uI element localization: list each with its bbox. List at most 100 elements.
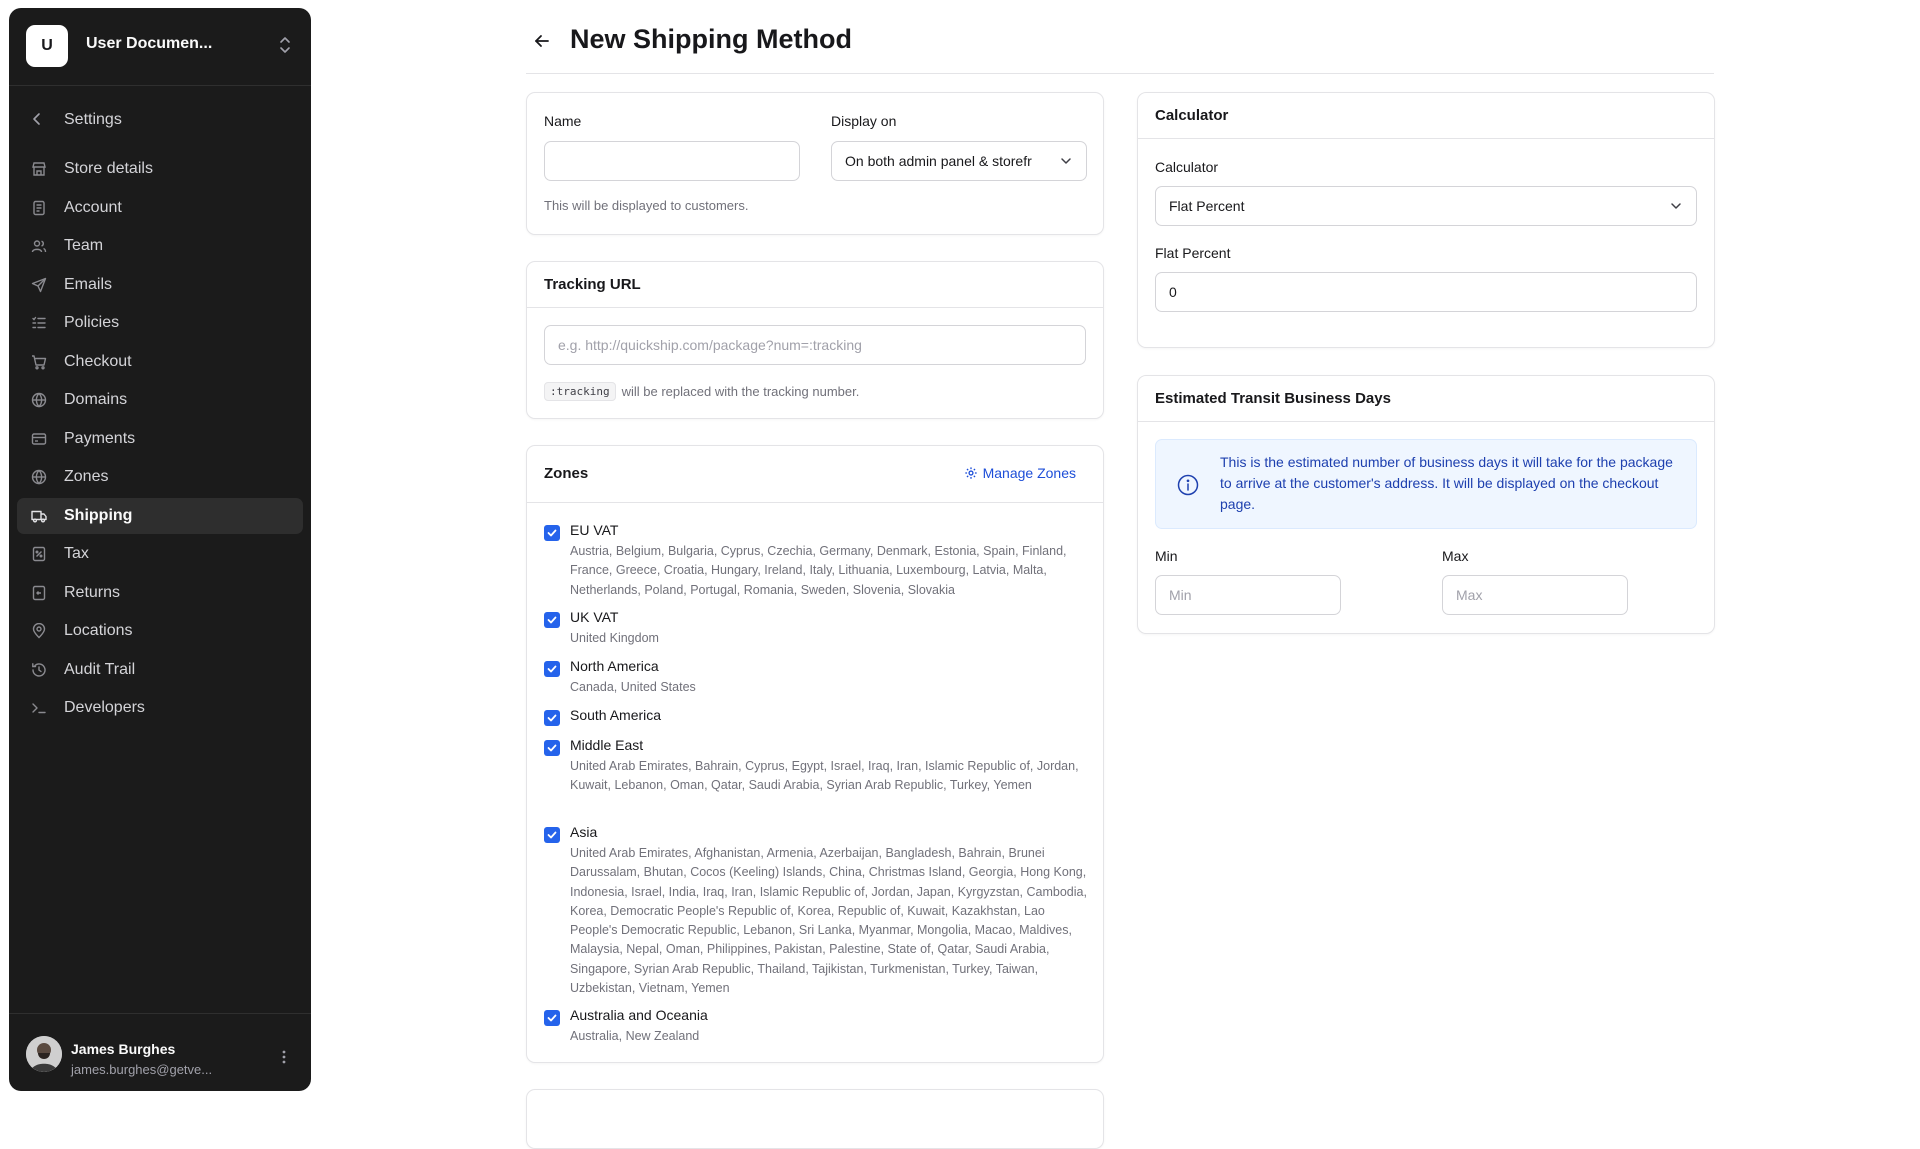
sidebar-item-label: Audit Trail [64, 660, 136, 678]
check-icon [547, 714, 557, 722]
zone-name: Asia [570, 824, 598, 840]
transit-info-text: This is the estimated number of business… [1220, 454, 1673, 512]
zone-name: North America [570, 658, 659, 674]
sidebar-item-audit-trail[interactable]: Audit Trail [17, 652, 303, 688]
card-icon [31, 432, 47, 445]
name-hint: This will be displayed to customers. [544, 198, 749, 213]
sidebar-item-locations[interactable]: Locations [17, 613, 303, 649]
zone-countries: Australia, New Zealand [570, 1029, 700, 1043]
sidebar-item-label: Checkout [64, 352, 132, 370]
sidebar-item-domains[interactable]: Domains [17, 382, 303, 418]
tracking-hint: :tracking will be replaced with the trac… [544, 382, 859, 401]
tracking-url-input[interactable]: e.g. http://quickship.com/package?num=:t… [544, 325, 1086, 365]
check-icon [547, 1014, 557, 1022]
max-label: Max [1442, 548, 1469, 564]
sidebar-item-label: Shipping [64, 506, 133, 524]
manage-zones-label: Manage Zones [982, 465, 1076, 481]
history-icon [32, 662, 46, 677]
tracking-url-card: Tracking URL e.g. http://quickship.com/p… [526, 261, 1104, 419]
sidebar-item-label: Locations [64, 622, 133, 639]
tracking-code: :tracking [544, 382, 616, 401]
sidebar-item-payments[interactable]: Payments [17, 421, 303, 457]
list-icon [32, 316, 46, 329]
check-icon [547, 665, 557, 673]
org-switcher[interactable]: U User Documen... [9, 8, 311, 86]
settings-nav: Store details Account Team Emails Polici… [17, 151, 303, 729]
sidebar-item-label: Team [64, 237, 104, 254]
min-input[interactable]: Min [1155, 575, 1341, 615]
zone-countries: Austria, Belgium, Bulgaria, Cyprus, Czec… [570, 544, 1067, 597]
sidebar-item-tax[interactable]: Tax [17, 536, 303, 572]
max-input[interactable]: Max [1442, 575, 1628, 615]
calculator-value: Flat Percent [1169, 198, 1245, 214]
zone-checkbox[interactable] [544, 525, 560, 541]
check-icon [547, 616, 557, 624]
store-icon [32, 162, 46, 176]
sidebar-item-developers[interactable]: Developers [17, 690, 303, 726]
user-email: james.burghes@getve... [71, 1062, 213, 1077]
flat-percent-input[interactable]: 0 [1155, 272, 1697, 312]
send-icon [31, 277, 47, 292]
sidebar-item-store-details[interactable]: Store details [17, 151, 303, 187]
sidebar-item-shipping[interactable]: Shipping [17, 497, 303, 534]
card-header: Calculator [1138, 93, 1714, 139]
page-header: New Shipping Method [526, 22, 1714, 74]
display-on-value: On both admin panel & storefr [845, 153, 1032, 169]
more-vertical-icon[interactable] [282, 1050, 286, 1064]
sidebar-item-account[interactable]: Account [17, 190, 303, 226]
info-icon [1177, 474, 1199, 496]
calculator-select[interactable]: Flat Percent [1155, 186, 1697, 226]
sidebar-item-emails[interactable]: Emails [17, 267, 303, 303]
manage-zones-button[interactable]: Manage Zones [964, 465, 1076, 481]
tracking-hint-text: will be replaced with the tracking numbe… [621, 384, 860, 399]
transit-info-alert: This is the estimated number of business… [1155, 439, 1697, 529]
sidebar-item-label: Zones [64, 468, 109, 485]
zone-item-eu-vat: EU VAT Austria, Belgium, Bulgaria, Cypru… [544, 522, 1089, 602]
display-on-select[interactable]: On both admin panel & storefr [831, 141, 1087, 181]
zone-name: Australia and Oceania [570, 1007, 708, 1023]
sidebar-item-zones[interactable]: Zones [17, 459, 303, 495]
calculator-card: Calculator Calculator Flat Percent Flat … [1137, 92, 1715, 348]
card-header: Estimated Transit Business Days [1138, 376, 1714, 422]
basic-info-card: Name Display on On both admin panel & st… [526, 92, 1104, 235]
avatar [26, 1036, 62, 1072]
sidebar-item-label: Account [64, 198, 122, 216]
card-header: Zones Manage Zones [527, 446, 1103, 503]
zone-item-middle-east: Middle East United Arab Emirates, Bahrai… [544, 737, 1089, 817]
name-field[interactable] [544, 141, 800, 181]
sidebar-item-label: Payments [64, 429, 136, 447]
sidebar-item-label: Emails [64, 275, 113, 293]
transit-days-card: Estimated Transit Business Days This is … [1137, 375, 1715, 634]
calculator-label: Calculator [1155, 159, 1219, 175]
arrow-left-icon[interactable] [532, 31, 552, 51]
sidebar-item-policies[interactable]: Policies [17, 305, 303, 341]
zone-checkbox[interactable] [544, 661, 560, 677]
chevron-down-icon [1671, 203, 1681, 209]
sidebar-item-checkout[interactable]: Checkout [17, 344, 303, 380]
zone-name: South America [570, 707, 662, 723]
zone-checkbox[interactable] [544, 710, 560, 726]
sidebar: U User Documen... Settings Store details… [9, 8, 311, 1091]
settings-back-link[interactable]: Settings [9, 103, 311, 135]
zone-item-uk-vat: UK VAT United Kingdom [544, 609, 1089, 651]
calculator-title: Calculator [1155, 107, 1229, 124]
zone-name: EU VAT [570, 522, 619, 538]
sidebar-item-team[interactable]: Team [17, 228, 303, 264]
zone-item-asia: Asia United Arab Emirates, Afghanistan, … [544, 824, 1089, 1002]
return-icon [32, 585, 46, 600]
zone-name: Middle East [570, 737, 644, 753]
zone-checkbox[interactable] [544, 740, 560, 756]
zone-checkbox[interactable] [544, 1010, 560, 1026]
zone-checkbox[interactable] [544, 827, 560, 843]
chevron-up-down-icon [280, 37, 290, 53]
check-icon [547, 744, 557, 752]
sidebar-item-label: Domains [64, 391, 128, 408]
tracking-title: Tracking URL [544, 276, 641, 293]
zone-checkbox[interactable] [544, 612, 560, 628]
chevron-left-icon [33, 113, 40, 125]
sidebar-item-returns[interactable]: Returns [17, 575, 303, 611]
globe-icon [31, 392, 47, 408]
zone-item-australia-oceania: Australia and Oceania Australia, New Zea… [544, 1007, 1089, 1049]
user-name: James Burghes [71, 1041, 176, 1057]
user-menu[interactable]: James Burghes james.burghes@getve... [9, 1013, 311, 1091]
